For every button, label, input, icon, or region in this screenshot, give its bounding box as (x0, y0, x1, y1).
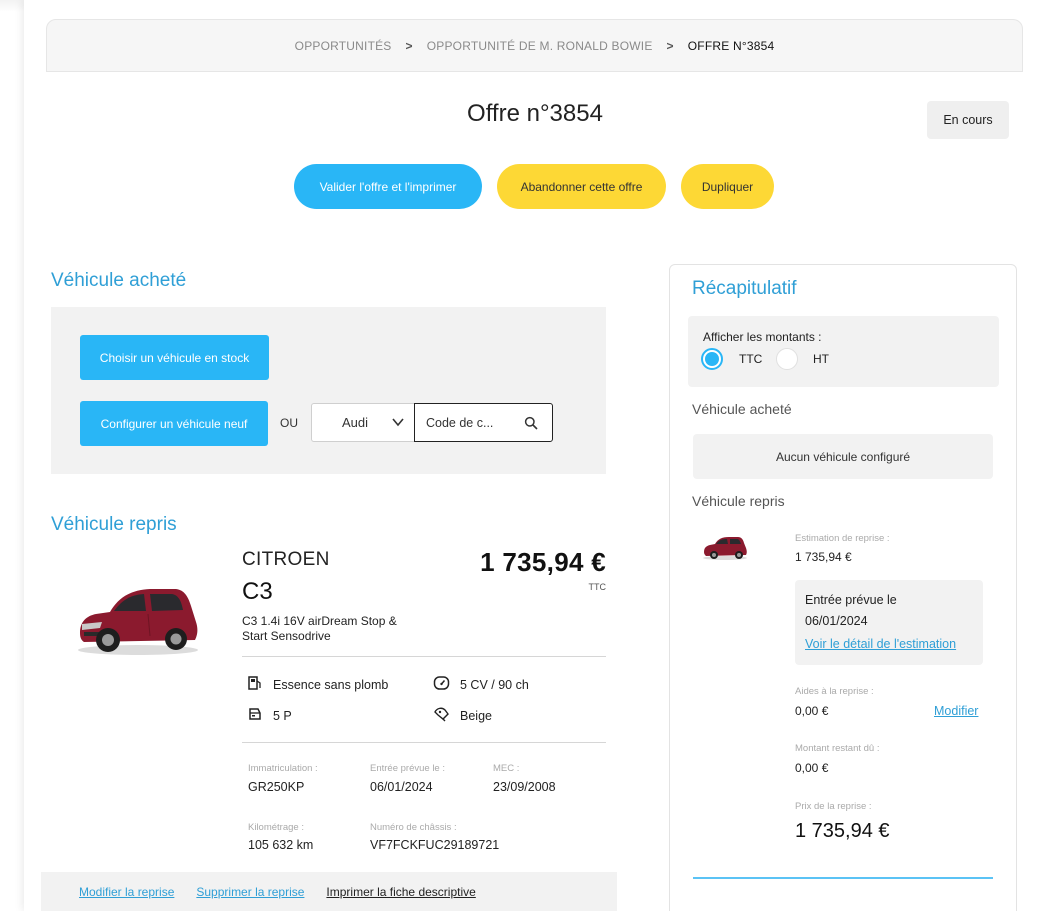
car-price-tax: TTC (588, 582, 607, 592)
divider (242, 742, 606, 743)
status-badge: En cours (927, 101, 1009, 139)
validate-offer-button[interactable]: Valider l'offre et l'imprimer (294, 164, 482, 209)
breadcrumb-opportunities[interactable]: OPPORTUNITÉS (295, 39, 392, 53)
vehicle-bought-panel (51, 307, 606, 474)
spec-doors: 5 P (247, 706, 292, 725)
breadcrumb-current: OFFRE N°3854 (687, 38, 775, 53)
entry-date-recap: 06/01/2024 (805, 614, 868, 628)
recap-taken-label: Véhicule repris (692, 493, 785, 509)
ht-label[interactable]: HT (813, 352, 829, 366)
mileage-value: 105 632 km (248, 838, 314, 852)
print-sheet-link[interactable]: Imprimer la fiche descriptive (326, 885, 475, 899)
vin-label: Numéro de châssis : (370, 822, 457, 833)
abandon-offer-button[interactable]: Abandonner cette offre (497, 164, 666, 209)
breadcrumb-separator: > (666, 38, 674, 53)
duplicate-button[interactable]: Dupliquer (681, 164, 774, 209)
spec-doors-value: 5 P (273, 708, 292, 723)
edit-trade-in-link[interactable]: Modifier la reprise (79, 885, 174, 899)
search-icon[interactable] (524, 416, 538, 433)
spec-color: Beige (433, 706, 492, 725)
spec-fuel-value: Essence sans plomb (273, 677, 389, 692)
spec-fuel: Essence sans plomb (247, 675, 388, 694)
trade-in-price-label: Prix de la reprise : (795, 801, 872, 812)
registration-label: Immatriculation : (248, 763, 318, 774)
fuel-pump-icon (247, 675, 263, 694)
car-thumbnail (701, 533, 749, 561)
chevron-down-icon (391, 415, 405, 432)
vehicle-code-placeholder: Code de c... (426, 415, 494, 430)
mileage-label: Kilométrage : (248, 822, 304, 833)
aids-label: Aides à la reprise : (795, 686, 874, 697)
ttc-radio[interactable] (701, 348, 723, 370)
breadcrumb-separator: > (405, 38, 413, 53)
ttc-label[interactable]: TTC (739, 352, 762, 366)
delete-trade-in-link[interactable]: Supprimer la reprise (196, 885, 304, 899)
mec-label: MEC : (493, 763, 520, 774)
entry-date-label: Entrée prévue le : (370, 763, 445, 774)
vehicle-code-input[interactable]: Code de c... (414, 403, 553, 442)
no-vehicle-box: Aucun véhicule configuré (693, 434, 993, 479)
estimation-label: Estimation de reprise : (795, 533, 890, 544)
breadcrumb-opportunity[interactable]: OPPORTUNITÉ DE M. RONALD BOWIE (427, 39, 653, 53)
page-title: Offre n°3854 (467, 100, 603, 127)
recap-title: Récapitulatif (692, 278, 797, 299)
entry-date-value: 06/01/2024 (370, 780, 433, 794)
breadcrumb: OPPORTUNITÉS > OPPORTUNITÉ DE M. RONALD … (46, 19, 1023, 72)
car-version: C3 1.4i 16V airDream Stop & Start Sensod… (242, 614, 397, 643)
spec-power: 5 CV / 90 ch (433, 675, 529, 694)
car-make: CITROEN (242, 549, 330, 570)
vehicle-bought-title: Véhicule acheté (51, 270, 187, 291)
spec-color-value: Beige (460, 708, 492, 723)
brand-select[interactable]: Audi (311, 403, 415, 442)
configure-new-vehicle-button[interactable]: Configurer un véhicule neuf (80, 401, 268, 446)
vehicle-taken-title: Véhicule repris (51, 514, 177, 535)
or-label: OU (280, 416, 298, 430)
estimation-value: 1 735,94 € (795, 550, 852, 564)
car-price: 1 735,94 € (480, 547, 606, 577)
amount-toggle-box (688, 316, 999, 387)
ht-radio[interactable] (776, 348, 798, 370)
vehicle-taken-footer: Modifier la reprise Supprimer la reprise… (41, 872, 617, 911)
modify-aids-link[interactable]: Modifier (934, 704, 978, 718)
mec-value: 23/09/2008 (493, 780, 556, 794)
paint-icon (433, 706, 450, 725)
car-model: C3 (242, 578, 273, 605)
car-photo (72, 578, 202, 658)
divider (242, 656, 606, 657)
remaining-label: Montant restant dû : (795, 743, 880, 754)
estimation-detail-link[interactable]: Voir le détail de l'estimation (805, 637, 956, 651)
choose-stock-vehicle-button[interactable]: Choisir un véhicule en stock (80, 335, 269, 380)
aids-value: 0,00 € (795, 704, 829, 718)
spec-power-value: 5 CV / 90 ch (460, 677, 529, 692)
brand-select-value: Audi (342, 415, 369, 430)
amounts-label: Afficher les montants : (703, 330, 822, 344)
entry-date-title: Entrée prévue le (805, 593, 897, 607)
remaining-value: 0,00 € (795, 761, 829, 775)
vin-value: VF7FCKFUC29189721 (370, 838, 500, 852)
recap-divider (693, 877, 993, 879)
speedometer-icon (433, 675, 450, 694)
trade-in-price-value: 1 735,94 € (795, 820, 890, 842)
registration-value: GR250KP (248, 780, 305, 794)
car-doors-icon (247, 706, 263, 725)
recap-bought-label: Véhicule acheté (692, 401, 792, 417)
